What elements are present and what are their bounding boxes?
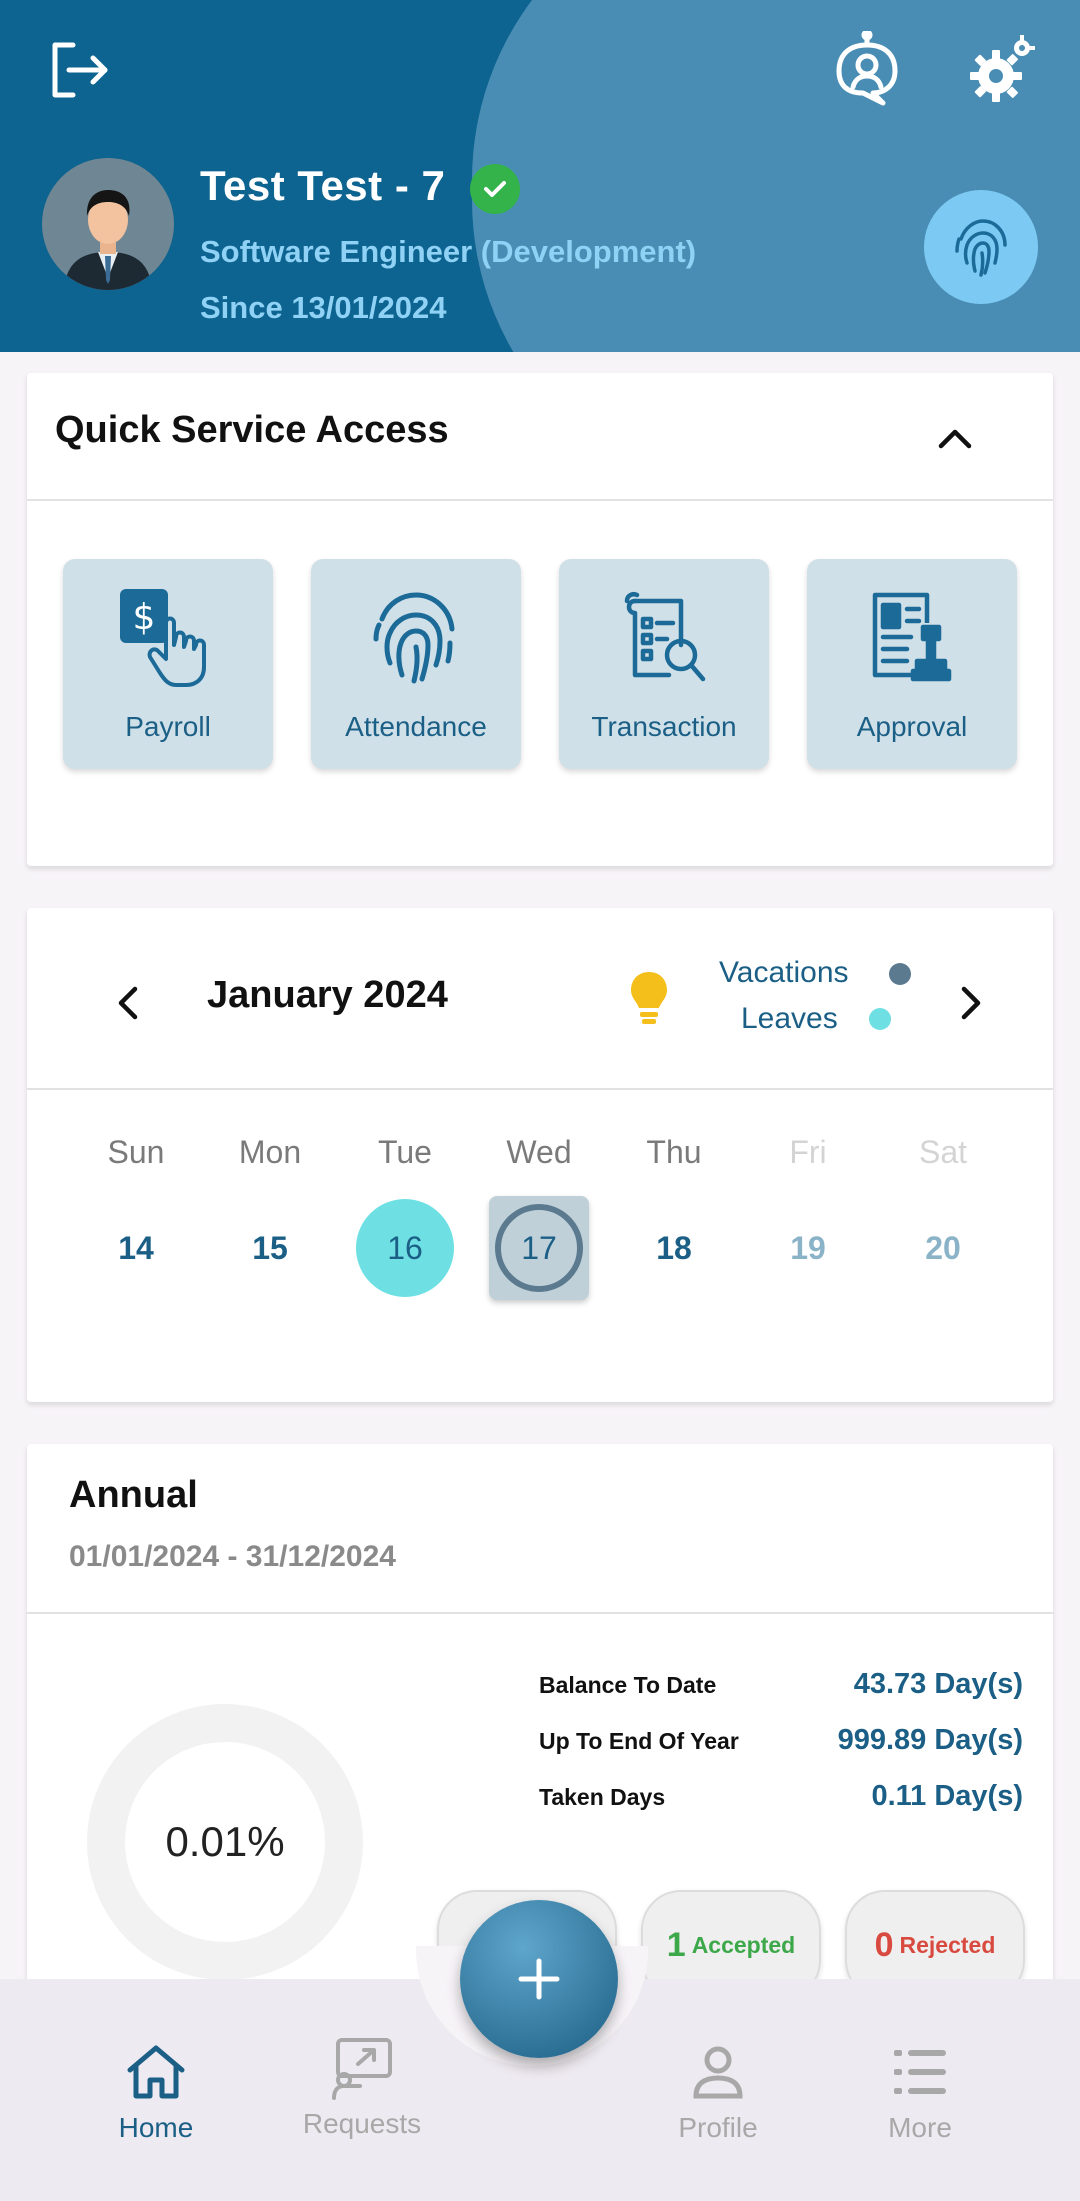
calendar-day[interactable]: 20 <box>878 1198 1008 1298</box>
calendar-day[interactable]: 19 <box>743 1198 873 1298</box>
requests-icon <box>330 2036 394 2100</box>
nav-label: Profile <box>678 2112 758 2143</box>
nav-profile[interactable]: Profile <box>638 2040 798 2144</box>
stat-label: Up To End Of Year <box>539 1728 739 1754</box>
day-number: 15 <box>252 1229 288 1266</box>
lightbulb-icon[interactable] <box>629 970 679 1030</box>
calendar-day[interactable]: 14 <box>71 1198 201 1298</box>
stat-label: Balance To Date <box>539 1672 717 1698</box>
user-since-date: Since 13/01/2024 <box>200 290 447 325</box>
home-icon <box>124 2040 188 2104</box>
chevron-left-icon[interactable] <box>102 978 152 1028</box>
nav-label: Requests <box>302 2108 422 2139</box>
tile-label: Attendance <box>345 711 487 742</box>
user-name: Test Test - 7 <box>200 162 446 209</box>
weekday-tue: Tue <box>378 1134 432 1170</box>
profile-person-icon <box>686 2040 750 2104</box>
stat-value: 0.11 Day(s) <box>871 1780 1023 1812</box>
nav-home[interactable]: Home <box>76 2040 236 2144</box>
nav-label: More <box>888 2112 952 2143</box>
calendar-day-today[interactable]: 17 <box>474 1196 604 1300</box>
plus-icon <box>518 1958 560 2000</box>
nav-label: Home <box>118 2112 194 2143</box>
calendar-day[interactable]: 18 <box>609 1198 739 1298</box>
chatbot-icon[interactable] <box>826 28 908 110</box>
nav-requests[interactable]: Requests <box>282 2036 442 2140</box>
accepted-label: Accepted <box>691 1931 796 1958</box>
approval-icon <box>857 587 967 687</box>
legend-vacation-dot <box>889 963 911 985</box>
balance-percent: 0.01% <box>165 1818 285 1865</box>
weekday-sun: Sun <box>107 1134 165 1170</box>
user-role: Software Engineer (Development) <box>200 234 697 269</box>
tile-approval[interactable]: Approval <box>807 559 1017 769</box>
weekday-sat: Sat <box>918 1134 968 1170</box>
calendar-day-leave[interactable]: 16 <box>340 1198 470 1298</box>
transaction-icon <box>609 587 719 687</box>
divider <box>27 1612 1053 1614</box>
rejected-count: 0 <box>874 1925 894 1964</box>
calendar-card: January 2024 Vacations Leaves Sun Mon Tu… <box>27 908 1053 1402</box>
divider <box>27 499 1053 501</box>
add-request-button[interactable] <box>460 1900 618 2058</box>
calendar-day[interactable]: 15 <box>205 1198 335 1298</box>
balance-title: Annual <box>69 1474 198 1516</box>
balance-period: 01/01/2024 - 31/12/2024 <box>69 1540 396 1573</box>
legend-vacations: Vacations <box>719 956 849 989</box>
chevron-right-icon[interactable] <box>947 978 997 1028</box>
weekday-wed: Wed <box>506 1134 572 1170</box>
nav-more[interactable]: More <box>840 2040 1000 2144</box>
avatar[interactable] <box>42 158 174 290</box>
accepted-count: 1 <box>666 1925 686 1964</box>
profile-header: Test Test - 7 Software Engineer (Develop… <box>0 0 1080 352</box>
day-number: 19 <box>790 1229 826 1266</box>
payroll-icon: $ <box>113 587 223 687</box>
chevron-up-icon[interactable] <box>930 413 980 463</box>
tile-attendance[interactable]: Attendance <box>311 559 521 769</box>
day-number: 14 <box>118 1229 154 1266</box>
settings-gear-icon[interactable] <box>962 28 1044 110</box>
balance-progress-ring: 0.01% <box>87 1704 363 1980</box>
weekday-thu: Thu <box>646 1134 702 1170</box>
quick-service-title: Quick Service Access <box>55 409 449 451</box>
day-number: 20 <box>925 1229 961 1266</box>
stat-label: Taken Days <box>539 1784 666 1810</box>
weekday-fri: Fri <box>789 1134 827 1170</box>
rejected-label: Rejected <box>899 1931 996 1958</box>
day-number: 18 <box>656 1229 692 1266</box>
quick-service-card: Quick Service Access $ Payroll Attendanc… <box>27 373 1053 866</box>
svg-text:$: $ <box>133 597 156 638</box>
tile-label: Payroll <box>125 711 211 742</box>
day-number: 17 <box>489 1196 589 1300</box>
tile-label: Approval <box>856 711 968 742</box>
fingerprint-checkin-button[interactable] <box>924 190 1038 304</box>
legend-leave-dot <box>869 1008 891 1030</box>
stat-value: 999.89 Day(s) <box>837 1724 1023 1756</box>
calendar-month: January 2024 <box>207 974 448 1016</box>
legend-leaves: Leaves <box>741 1002 838 1035</box>
tile-label: Transaction <box>591 711 737 742</box>
day-number: 16 <box>356 1199 454 1297</box>
tile-transaction[interactable]: Transaction <box>559 559 769 769</box>
verified-check-icon <box>470 164 520 214</box>
logout-icon[interactable] <box>40 30 120 110</box>
stat-value: 43.73 Day(s) <box>853 1668 1023 1700</box>
tile-payroll[interactable]: $ Payroll <box>63 559 273 769</box>
divider <box>27 1088 1053 1090</box>
menu-list-icon <box>888 2040 952 2104</box>
fingerprint-icon <box>361 587 471 687</box>
weekday-mon: Mon <box>238 1134 302 1170</box>
